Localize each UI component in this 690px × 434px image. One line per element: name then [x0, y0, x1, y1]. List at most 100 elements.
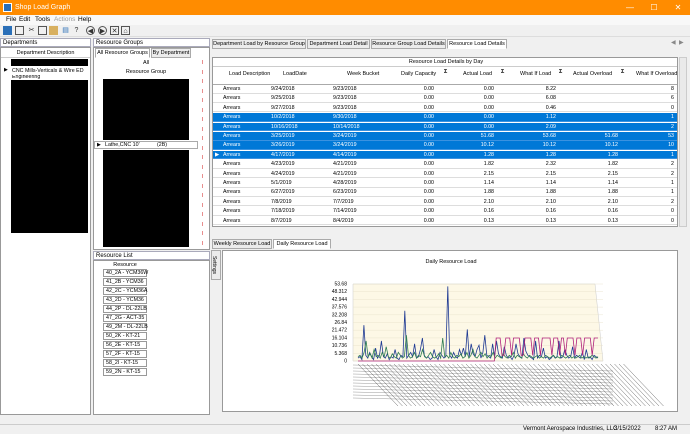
menu-help[interactable]: Help [78, 16, 91, 23]
col-what-if-load[interactable]: What If Load [520, 71, 551, 77]
x-tick-label [352, 382, 614, 390]
column-marker: l [202, 174, 204, 180]
col-load-date[interactable]: LoadDate [283, 71, 307, 77]
back-icon[interactable]: ◀ [86, 26, 95, 35]
column-marker: l [202, 202, 204, 209]
table-row[interactable]: Arrears 7/18/2019 7/14/2019 0.00 0.16 0.16 0.1… [213, 207, 677, 216]
x-tick-label [623, 363, 664, 407]
column-marker: l [202, 98, 204, 104]
table-cell: Arrears [223, 142, 241, 149]
sum-icon[interactable]: Σ [501, 69, 504, 75]
menu-edit[interactable]: Edit [19, 16, 30, 23]
x-tick-label [380, 363, 421, 407]
tab-resource-group-load-details[interactable]: Resource Group Load Details [371, 39, 446, 49]
table-cell: 9/24/2018 [271, 86, 295, 92]
cut-icon[interactable]: ✂ [27, 26, 36, 35]
table-row[interactable]: Arrears 9/24/2018 9/23/2018 0.00 0.00 8.22 8 [213, 85, 677, 94]
resource-list-item[interactable]: 50_2K - KT-21 [103, 332, 147, 340]
tab-weekly-resource-load[interactable]: Weekly Resource Load [212, 239, 272, 249]
print-icon[interactable]: ▤ [61, 26, 70, 35]
home-icon[interactable]: ⌂ [121, 26, 130, 35]
table-row[interactable]: Arrears 9/25/2018 9/23/2018 0.00 0.00 6.08 6 [213, 94, 677, 103]
new-icon[interactable] [15, 26, 24, 35]
table-cell: 2 [671, 161, 674, 168]
table-cell: 2.10 [607, 198, 618, 205]
menu-tools[interactable]: Tools [35, 16, 50, 23]
table-cell: Arrears [223, 151, 241, 158]
minimize-button[interactable]: — [618, 0, 642, 15]
menu-file[interactable]: File [6, 16, 16, 23]
x-tick-label [452, 363, 493, 407]
table-row[interactable]: Arrears 9/27/2018 9/23/2018 0.00 0.00 0.46 0 [213, 104, 677, 113]
table-cell: Arrears [223, 180, 241, 186]
grid-scrollbar[interactable] [679, 57, 687, 227]
sum-icon[interactable]: Σ [621, 69, 624, 75]
table-row[interactable]: Arrears 7/8/2019 7/7/2019 0.00 2.10 2.10 2.10 2 [213, 198, 677, 207]
help-icon[interactable]: ? [72, 26, 81, 35]
resource-list-item[interactable]: 59_2N - KT-15 [103, 368, 147, 376]
settings-label: Settings [211, 255, 218, 275]
table-row[interactable]: Arrears 10/2/2018 9/30/2018 0.00 0.00 1.12 1 [213, 113, 677, 122]
resource-list-item[interactable]: 41_2B - YCM36 [103, 278, 147, 286]
col-what-if-overload[interactable]: What If Overload [636, 71, 677, 77]
tab-resource-load-details[interactable]: Resource Load Details [447, 39, 507, 49]
table-cell: 3/26/2019 [271, 142, 295, 149]
col-actual-load[interactable]: Actual Load [463, 71, 492, 77]
row-pointer-icon: ▶ [215, 151, 220, 158]
settings-side-tab[interactable]: Settings [211, 250, 221, 280]
tab-scroll-left-icon[interactable]: ◀ [671, 39, 676, 46]
sum-icon[interactable]: Σ [559, 69, 562, 75]
save-icon[interactable] [3, 26, 12, 35]
resource-list-item[interactable]: 40_2A - YCM36W [103, 269, 148, 277]
tab-all-resource-groups[interactable]: All Resource Groups [95, 48, 150, 58]
tab-by-department[interactable]: By Department [151, 48, 191, 58]
table-row[interactable]: Arrears 5/1/2019 4/28/2019 0.00 1.14 1.14 1.14… [213, 179, 677, 188]
resource-list-item[interactable]: 44_2P - DL-22LB [103, 305, 147, 313]
table-cell: 4/21/2019 [333, 170, 357, 177]
stop-icon[interactable]: ✕ [110, 26, 119, 35]
table-cell: 3/24/2019 [333, 142, 357, 149]
resource-list-item[interactable]: 42_2C - YCM36A [103, 287, 147, 295]
resource-list-item[interactable]: 43_2D - YCM36 [103, 296, 147, 304]
resource-list-item[interactable]: 49_2M - DL-22LB [103, 323, 148, 331]
table-cell: 3/24/2019 [333, 133, 357, 139]
copy-icon[interactable] [38, 26, 47, 35]
table-row[interactable]: Arrears 3/26/2019 3/24/2019 0.00 10.12 10.12 1… [213, 141, 677, 150]
grid-title: Resource Load Details by Day [213, 58, 677, 67]
col-load-description[interactable]: Load Description [229, 71, 270, 77]
table-row[interactable]: Arrears 8/7/2019 8/4/2019 0.00 0.13 0.13 0.13 0 [213, 217, 677, 226]
table-cell: 4/24/2019 [271, 170, 295, 177]
department-row[interactable]: ▶ CNC Mills-Verticals & Wire ED [1, 67, 90, 75]
toolbar: ✂ ▤ ? ◀ ▶ ✕ ⌂ [0, 25, 690, 37]
tab-department-load-by-resource-group[interactable]: Department Load by Resource Group [212, 39, 306, 49]
resource-list-item[interactable]: 57_2F - KT-15 [103, 350, 147, 358]
table-row[interactable]: Arrears 6/27/2019 6/23/2019 0.00 1.88 1.88 1.8… [213, 188, 677, 197]
table-row[interactable]: Arrears 4/23/2019 4/21/2019 0.00 1.82 2.32 1.8… [213, 160, 677, 169]
paste-icon[interactable] [49, 26, 58, 35]
tab-department-load-detail[interactable]: Department Load Detail [307, 39, 370, 49]
table-cell: 0 [671, 217, 674, 224]
resource-list-item[interactable]: 58_2I - KT-15 [103, 359, 147, 367]
resource-list-panel: Resource 40_2A - YCM36W 41_2B - YCM36 42_2… [93, 260, 210, 415]
table-cell: 1 [671, 151, 674, 158]
table-row[interactable]: Arrears 4/24/2019 4/21/2019 0.00 2.15 2.15 2.1… [213, 170, 677, 179]
table-row[interactable]: Arrears 3/25/2019 3/24/2019 0.00 51.68 53.68 5… [213, 132, 677, 141]
col-daily-capacity[interactable]: Daily Capacity [401, 71, 436, 77]
resource-list-item[interactable]: 47_2G - ACT-35 [103, 314, 147, 322]
menu-actions[interactable]: Actions [54, 16, 75, 23]
maximize-button[interactable]: ☐ [642, 0, 666, 15]
x-tick-label [591, 363, 633, 407]
close-button[interactable]: ✕ [666, 0, 690, 15]
tab-scroll-right-icon[interactable]: ▶ [679, 39, 684, 46]
tab-daily-resource-load[interactable]: Daily Resource Load [273, 239, 331, 249]
col-week-bucket[interactable]: Week Bucket [347, 71, 379, 77]
table-cell: 0.00 [423, 151, 434, 158]
table-row[interactable]: ▶ Arrears 4/17/2019 4/14/2019 0.00 1.28 1.28 1.… [213, 150, 677, 160]
resource-group-row[interactable]: ▶ Lathe,CNC 10' (2B) [94, 141, 198, 149]
x-tick-label [497, 363, 538, 407]
forward-icon[interactable]: ▶ [98, 26, 107, 35]
sum-icon[interactable]: Σ [444, 69, 447, 75]
resource-list-item[interactable]: 56_2E - KT-15 [103, 341, 147, 349]
col-actual-overload[interactable]: Actual Overload [573, 71, 612, 77]
table-row[interactable]: Arrears 10/16/2018 10/14/2018 0.00 0.00 2.09 2 [213, 122, 677, 132]
